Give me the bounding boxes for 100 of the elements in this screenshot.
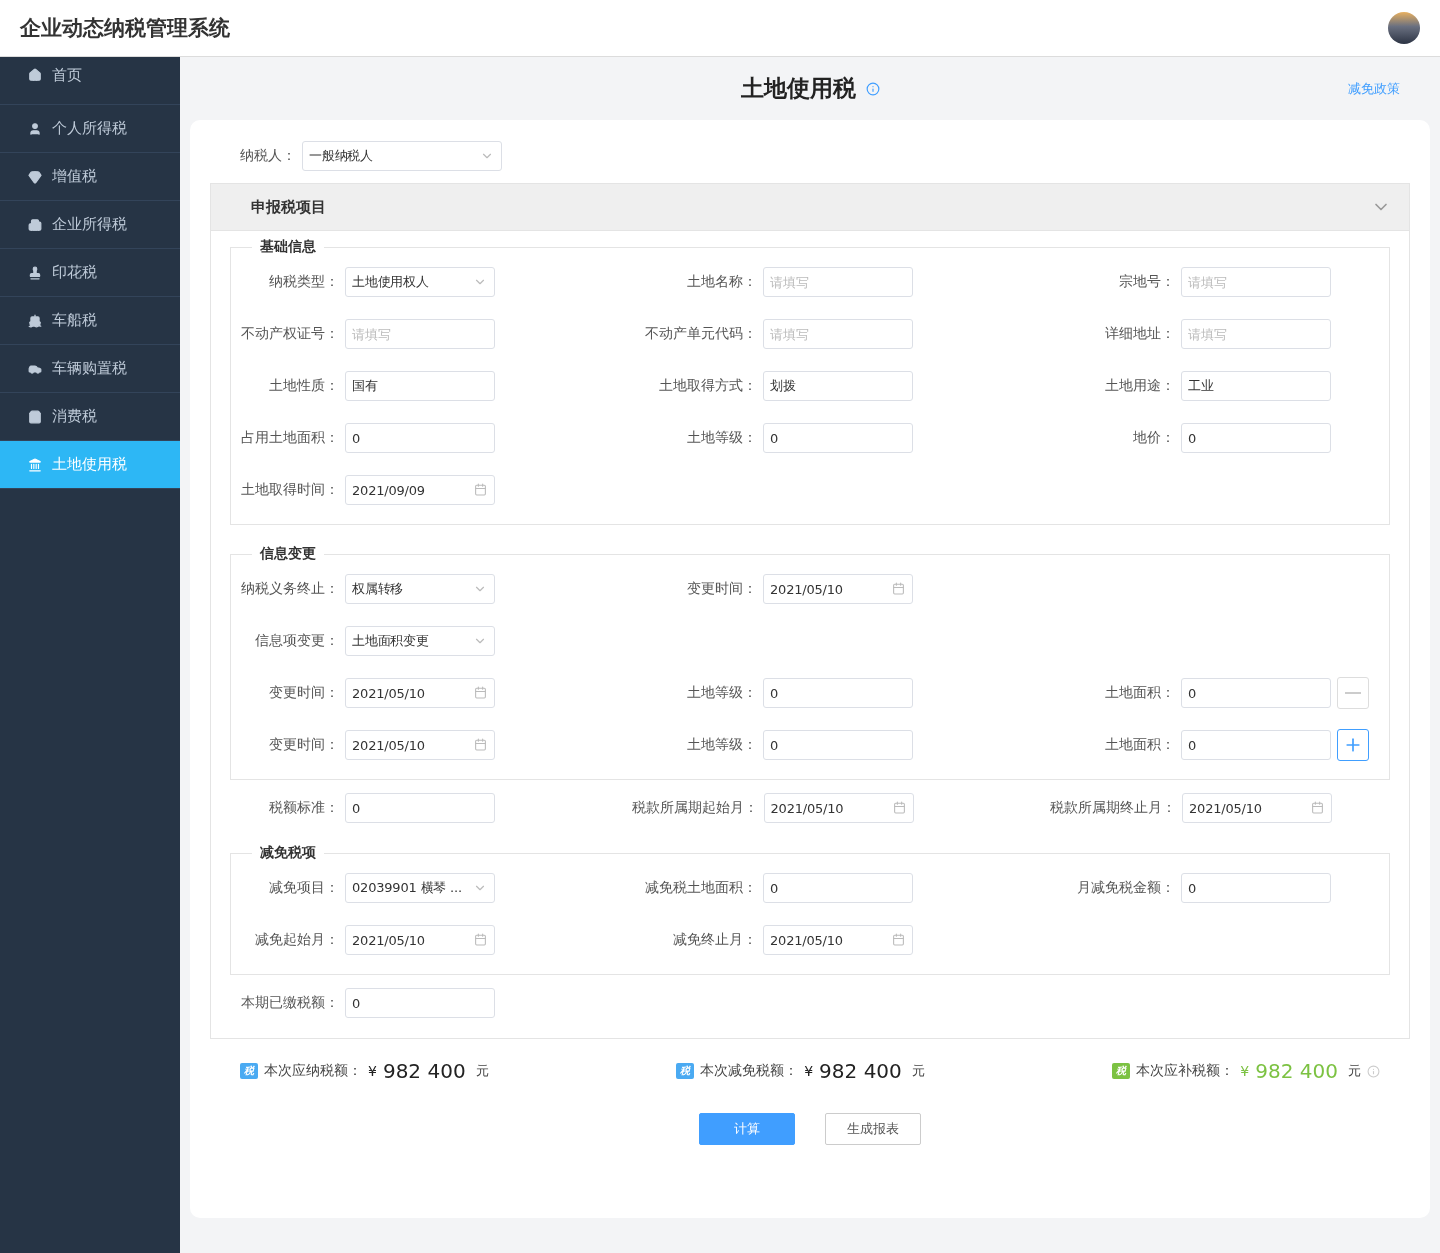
total-label: 本次减免税额： <box>700 1062 799 1080</box>
field-label: 详细地址： <box>1104 325 1176 343</box>
input-field[interactable]: 0 <box>1181 730 1331 760</box>
field-label: 变更时间： <box>686 580 758 598</box>
field-label: 月减免税金额： <box>1076 879 1176 897</box>
page-title: 土地使用税 <box>740 74 856 103</box>
info-icon[interactable] <box>1367 1064 1380 1078</box>
currency-sign: ¥ <box>804 1063 814 1079</box>
input-field[interactable]: 0 <box>345 423 495 453</box>
section-title: 减免税项 <box>259 844 317 862</box>
field-label: 占用土地面积： <box>240 429 340 447</box>
sidebar-item[interactable]: 企业所得税 <box>0 201 180 249</box>
input-field[interactable]: 请填写 <box>1181 319 1331 349</box>
field-label: 本期已缴税额： <box>240 994 340 1012</box>
date-field[interactable]: 2021/05/10 <box>763 925 913 955</box>
minus-icon <box>1345 692 1361 694</box>
date-field[interactable]: 2021/05/10 <box>345 925 495 955</box>
sidebar-item[interactable]: 增值税 <box>0 153 180 201</box>
sidebar-item[interactable]: 车船税 <box>0 297 180 345</box>
date-field[interactable]: 2021/05/10 <box>1182 793 1332 823</box>
unit-label: 元 <box>1348 1062 1361 1080</box>
date-field[interactable]: 2021/05/10 <box>345 678 495 708</box>
date-field[interactable]: 2021/05/10 <box>763 793 914 823</box>
field-label: 变更时间： <box>268 736 340 754</box>
select-field[interactable]: 一般纳税人 <box>302 141 502 171</box>
calendar-icon <box>474 933 487 946</box>
input-field[interactable]: 0 <box>1181 873 1331 903</box>
field-label: 纳税义务终止： <box>240 580 340 598</box>
input-field[interactable]: 0 <box>1181 423 1331 453</box>
section-title: 信息变更 <box>259 545 317 563</box>
total-amount: 982 400 <box>819 1059 902 1083</box>
info-icon[interactable] <box>865 81 880 96</box>
currency-sign: ¥ <box>368 1063 377 1079</box>
field-label: 土地取得方式： <box>658 377 758 395</box>
input-field[interactable]: 0 <box>763 730 913 760</box>
field-label: 土地等级： <box>686 429 758 447</box>
input-field[interactable]: 0 <box>345 793 495 823</box>
unit-label: 元 <box>911 1062 925 1080</box>
field-label: 税款所属期起始月： <box>630 799 759 817</box>
input-field[interactable]: 请填写 <box>1181 267 1331 297</box>
field-label: 变更时间： <box>268 684 340 702</box>
total-amount: 982 400 <box>1255 1059 1338 1083</box>
unit-label: 元 <box>475 1062 489 1080</box>
menu-icon <box>28 169 42 184</box>
input-field[interactable]: 请填写 <box>763 319 913 349</box>
field-label: 不动产单元代码： <box>644 325 758 343</box>
calendar-icon <box>892 933 905 946</box>
input-field[interactable]: 0 <box>345 988 495 1018</box>
field-label: 税额标准： <box>268 799 340 817</box>
sidebar-item[interactable]: 个人所得税 <box>0 105 180 153</box>
menu-icon <box>28 265 42 280</box>
field-label: 土地名称： <box>686 273 758 291</box>
tax-badge: 税 <box>676 1063 695 1079</box>
field-label: 地价： <box>1132 429 1176 447</box>
input-field[interactable]: 工业 <box>1181 371 1331 401</box>
calendar-icon <box>1311 801 1324 814</box>
menu-icon <box>28 121 42 136</box>
field-label: 土地面积： <box>1104 736 1176 754</box>
add-button[interactable] <box>1337 729 1369 761</box>
field-label: 宗地号： <box>1118 273 1176 291</box>
input-field[interactable]: 划拨 <box>763 371 913 401</box>
calendar-icon <box>474 738 487 751</box>
input-field[interactable]: 0 <box>763 423 913 453</box>
input-field[interactable]: 0 <box>763 678 913 708</box>
field-label: 减免项目： <box>268 879 340 897</box>
input-field[interactable]: 0 <box>1181 678 1331 708</box>
select-field[interactable]: 权属转移 <box>345 574 495 604</box>
avatar-photo[interactable] <box>1388 12 1420 44</box>
input-field[interactable]: 国有 <box>345 371 495 401</box>
select-field[interactable]: 02039901 横琴 ... <box>345 873 495 903</box>
report-button[interactable]: 生成报表 <box>825 1113 921 1145</box>
field-label: 土地等级： <box>686 684 758 702</box>
field-label: 纳税类型： <box>268 273 340 291</box>
select-field[interactable]: 土地面积变更 <box>345 626 495 656</box>
date-field[interactable]: 2021/09/09 <box>345 475 495 505</box>
input-field[interactable]: 请填写 <box>345 319 495 349</box>
field-label: 土地取得时间： <box>240 481 340 499</box>
field-label: 土地用途： <box>1104 377 1176 395</box>
total-label: 本次应补税额： <box>1136 1062 1235 1080</box>
field-label: 减免税土地面积： <box>644 879 758 897</box>
calendar-icon <box>892 582 905 595</box>
field-label: 纳税人： <box>240 147 297 165</box>
calendar-icon <box>474 483 487 496</box>
panel-header[interactable]: 申报税项目 <box>210 183 1410 231</box>
sidebar-item[interactable]: 印花税 <box>0 249 180 297</box>
field-label: 不动产权证号： <box>240 325 340 343</box>
select-field[interactable]: 土地使用权人 <box>345 267 495 297</box>
field-label: 土地面积： <box>1104 684 1176 702</box>
input-field[interactable]: 0 <box>763 873 913 903</box>
calendar-icon <box>474 686 487 699</box>
tax-badge: 税 <box>240 1063 258 1079</box>
sidebar-item[interactable]: 车辆购置税 <box>0 345 180 393</box>
menu-icon <box>28 457 42 472</box>
date-field[interactable]: 2021/05/10 <box>345 730 495 760</box>
total-amount: 982 400 <box>382 1059 466 1083</box>
menu-icon <box>28 313 42 328</box>
input-field[interactable]: 请填写 <box>763 267 913 297</box>
field-label: 税款所属期终止月： <box>1049 799 1177 817</box>
date-field[interactable]: 2021/05/10 <box>763 574 913 604</box>
sidebar-item[interactable]: 首页 <box>0 57 180 105</box>
